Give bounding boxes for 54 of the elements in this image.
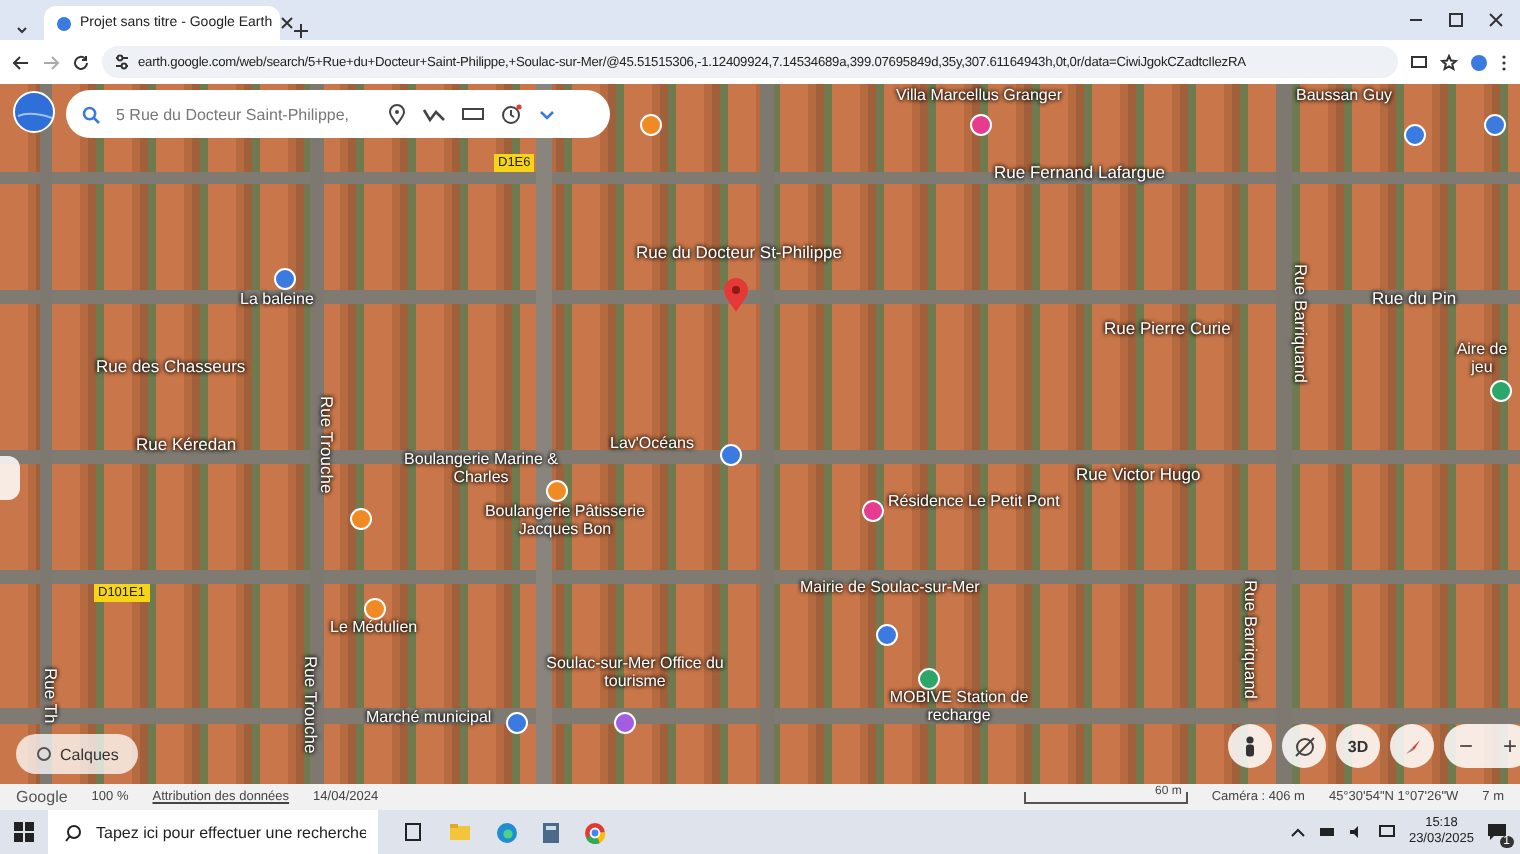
notification-icon[interactable] xyxy=(1486,822,1508,842)
place-label: Marché municipal xyxy=(366,710,492,728)
chevron-down-icon[interactable] xyxy=(538,105,556,123)
back-icon[interactable] xyxy=(12,53,30,71)
chevron-up-icon[interactable] xyxy=(1290,824,1307,840)
place-label: Aire de jeu xyxy=(1454,342,1510,378)
zoom-out-button[interactable]: − xyxy=(1444,724,1488,768)
task-view-icon[interactable] xyxy=(402,822,424,842)
close-icon[interactable] xyxy=(280,16,295,30)
windows-start-icon[interactable] xyxy=(12,820,36,844)
street-label: Rue Barriquand xyxy=(1240,580,1259,700)
location-pin-icon[interactable] xyxy=(722,278,750,314)
street-label: Rue Trouche xyxy=(300,656,319,754)
street-label: Rue des Chasseurs xyxy=(96,358,246,377)
search-icon[interactable] xyxy=(82,105,100,123)
calculator-icon[interactable] xyxy=(542,821,560,843)
more-icon[interactable] xyxy=(1500,53,1508,71)
maximize-icon[interactable] xyxy=(1448,12,1464,28)
place-label: Baussan Guy xyxy=(1296,88,1393,106)
place-label: Villa Marcellus Granger xyxy=(896,88,1062,106)
person-icon xyxy=(1242,735,1258,757)
zoom-in-button[interactable]: + xyxy=(1488,724,1520,768)
place-label: Soulac-sur-Mer Office du tourisme xyxy=(544,656,726,692)
layers-button[interactable]: Calques xyxy=(16,734,139,774)
street-label: Rue du Pin xyxy=(1372,290,1457,309)
place-label: Résidence Le Petit Pont xyxy=(888,494,1060,512)
street-label: Rue du Docteur St-Philippe xyxy=(636,244,843,263)
place-label: La baleine xyxy=(240,292,314,310)
chrome-browser-icon[interactable] xyxy=(584,821,606,843)
search-field[interactable]: 5 Rue du Docteur Saint-Philippe, xyxy=(116,105,372,123)
street-label: Rue Fernand Lafargue xyxy=(994,164,1166,183)
pin-icon[interactable] xyxy=(388,103,406,125)
reload-icon[interactable] xyxy=(72,53,90,71)
history-icon[interactable] xyxy=(500,103,522,125)
street-label: Rue Pierre Curie xyxy=(1104,320,1231,339)
close-icon[interactable] xyxy=(1488,12,1504,28)
compass-off-icon xyxy=(1293,735,1315,757)
place-label: Mairie de Soulac-sur-Mer xyxy=(800,580,980,598)
new-tab-icon[interactable] xyxy=(292,22,310,40)
street-label: Rue Barriquand xyxy=(1290,264,1309,384)
street-label: Rue Victor Hugo xyxy=(1076,466,1201,485)
place-label: Boulangerie Pâtisserie Jacques Bon xyxy=(482,504,648,540)
place-label: Le Médulien xyxy=(330,620,418,638)
place-label: Lav'Océans xyxy=(610,436,694,454)
street-label: Rue Trouche xyxy=(316,396,335,494)
street-label: Rue Th xyxy=(40,668,59,724)
street-label: Rue Kéredan xyxy=(136,436,237,455)
google-earth-logo-icon[interactable] xyxy=(12,90,56,134)
star-icon[interactable] xyxy=(1440,53,1458,71)
place-label: MOBIVE Station de recharge xyxy=(887,690,1031,726)
site-settings-icon[interactable] xyxy=(114,54,130,70)
google-wordmark: Google xyxy=(16,788,68,806)
place-label: Boulangerie Marine & Charles xyxy=(402,452,560,488)
side-panel-handle[interactable] xyxy=(0,456,20,500)
